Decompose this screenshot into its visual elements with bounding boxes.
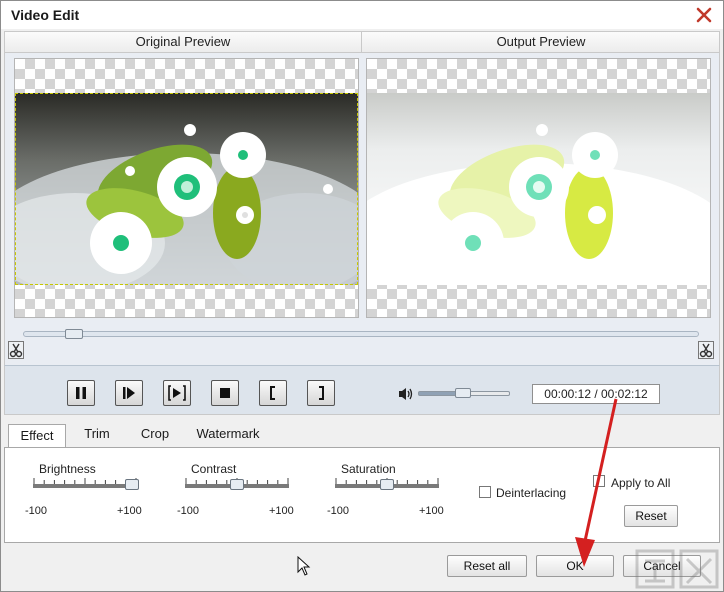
time-display: 00:00:12 / 00:02:12 [532, 384, 660, 404]
brightness-min: -100 [25, 505, 48, 517]
saturation-min: -100 [327, 505, 350, 517]
original-preview-label: Original Preview [5, 32, 362, 52]
original-preview [14, 58, 359, 318]
saturation-thumb[interactable] [380, 479, 394, 490]
output-preview [366, 58, 711, 318]
mouse-cursor-icon [297, 556, 311, 576]
play-segment-icon [168, 385, 186, 401]
dialog-footer: Reset all OK Cancel [1, 543, 723, 591]
brightness-ticks [33, 478, 137, 484]
set-end-button[interactable] [307, 380, 335, 406]
brightness-track[interactable] [33, 484, 137, 488]
volume-slider[interactable] [418, 388, 510, 398]
preview-header: Original Preview Output Preview [4, 31, 720, 53]
output-preview-label: Output Preview [496, 34, 586, 49]
pause-button[interactable] [67, 380, 95, 406]
right-bracket-icon [319, 386, 324, 400]
watermark-logo-icon [635, 549, 719, 589]
output-video-frame [367, 93, 710, 285]
timeline-thumb[interactable] [64, 329, 83, 339]
tab-watermark[interactable]: Watermark [190, 423, 266, 447]
reset-all-button[interactable]: Reset all [447, 555, 527, 577]
close-icon[interactable] [695, 6, 713, 24]
apply-to-all-checkbox[interactable] [593, 475, 605, 487]
next-frame-button[interactable] [115, 380, 143, 406]
volume-thumb[interactable] [455, 388, 472, 398]
saturation-max: +100 [419, 505, 444, 517]
brightness-thumb[interactable] [124, 479, 139, 490]
apply-to-all-label: Apply to All [611, 476, 671, 490]
scissor-start-icon[interactable] [8, 341, 24, 359]
preview-area [4, 53, 720, 365]
deinterlacing-label: Deinterlacing [496, 486, 567, 500]
reset-button[interactable]: Reset [624, 505, 678, 527]
window-title: Video Edit [11, 7, 80, 23]
playback-controls: 00:00:12 / 00:02:12 [4, 365, 720, 415]
tab-crop[interactable]: Crop [132, 423, 178, 447]
tab-trim[interactable]: Trim [74, 423, 120, 447]
brightness-label: Brightness [39, 462, 96, 476]
contrast-label: Contrast [191, 462, 237, 476]
deinterlacing-checkbox[interactable] [479, 486, 491, 498]
tab-effect[interactable]: Effect [8, 424, 66, 448]
video-edit-dialog: Video Edit Original Preview Output Previ… [0, 0, 724, 592]
set-start-button[interactable] [259, 380, 287, 406]
contrast-max: +100 [269, 505, 294, 517]
volume-icon[interactable] [397, 386, 415, 402]
step-forward-icon [123, 387, 135, 399]
contrast-thumb[interactable] [230, 479, 244, 490]
stop-button[interactable] [211, 380, 239, 406]
original-video-frame [15, 93, 358, 285]
play-segment-button[interactable] [163, 380, 191, 406]
scissor-end-icon[interactable] [698, 341, 714, 359]
pause-icon [76, 387, 86, 399]
tab-bar: Effect Trim Crop Watermark [4, 421, 720, 448]
title-bar: Video Edit [1, 1, 723, 29]
saturation-label: Saturation [341, 462, 396, 476]
ok-button[interactable]: OK [536, 555, 614, 577]
left-bracket-icon [270, 386, 275, 400]
stop-icon [220, 388, 230, 398]
timeline-slider[interactable] [23, 329, 699, 339]
brightness-max: +100 [117, 505, 142, 517]
contrast-min: -100 [177, 505, 200, 517]
effect-panel: Brightness -100 +100 Contrast -100 +100 … [4, 447, 720, 543]
